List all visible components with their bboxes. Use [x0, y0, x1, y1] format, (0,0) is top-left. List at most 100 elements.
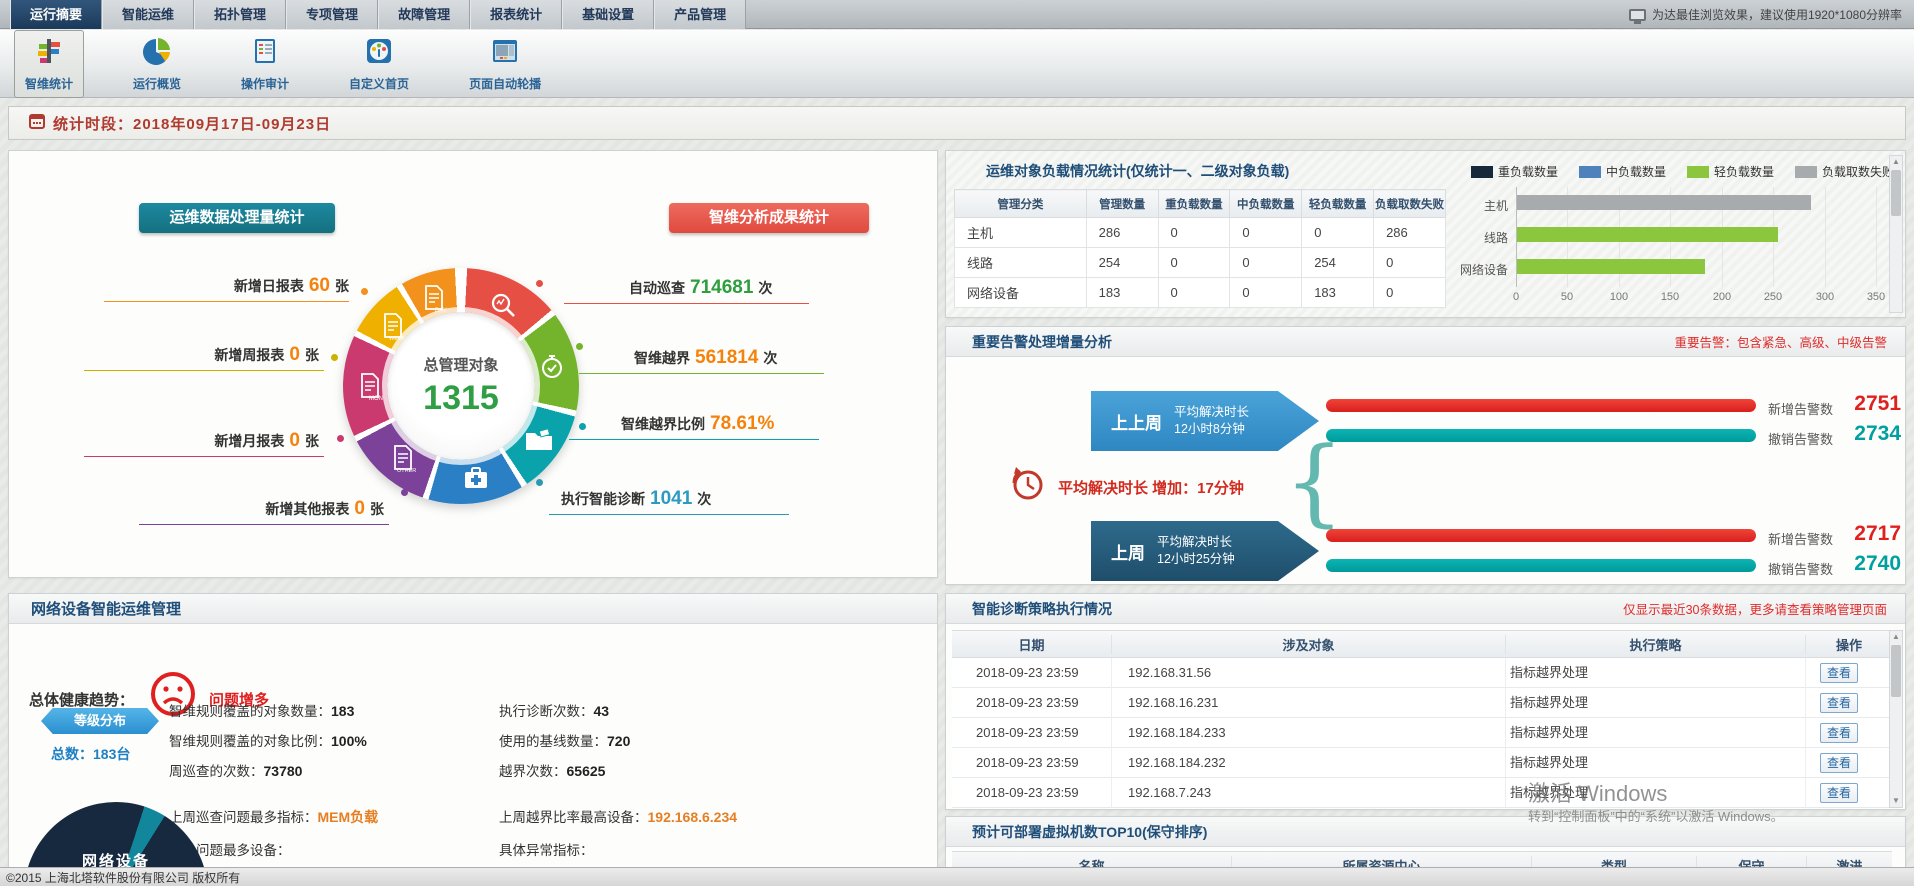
legend-light-load: 轻负载数量	[1687, 163, 1774, 180]
x-tick: 50	[1552, 291, 1582, 303]
chart-bar-host	[1517, 195, 1811, 210]
view-button[interactable]: 查看	[1820, 723, 1858, 743]
panel-scrollbar[interactable]: ▲	[1889, 155, 1903, 313]
x-tick: 350	[1861, 291, 1891, 303]
boundary-ratio-stat: 智维越界比例78.61%	[621, 413, 779, 435]
view-button[interactable]: 查看	[1820, 663, 1858, 683]
scrollbar-thumb[interactable]	[1891, 645, 1901, 697]
connector-dot	[401, 489, 408, 496]
scroll-down-icon[interactable]: ▼	[1890, 795, 1902, 807]
resolve-time-delta: 平均解决时长 增加：17分钟	[1058, 477, 1244, 498]
load-stats-panel: 运维对象负载情况统计(仅统计一、二级对象负载) 管理分类 管理数量 重负载数量 …	[945, 150, 1906, 318]
device-total-text: 总数：183台	[51, 744, 130, 764]
device-ops-panel: 网络设备智能运维管理 总体健康趋势： 问题增多 等级分布 总数：183台 智维规…	[8, 593, 938, 886]
connector-dot	[536, 479, 543, 486]
menu-tab-topology[interactable]: 拓扑管理	[194, 0, 286, 29]
connector-dot	[579, 423, 586, 430]
revoked-alert-value: 2734	[1831, 422, 1901, 446]
overview-panel: 运维数据处理量统计 智维分析成果统计 DAY OTHER MON	[8, 150, 938, 578]
scroll-up-icon[interactable]: ▲	[1890, 631, 1902, 643]
stats-period-text: 统计时段：2018年09月17日-09月23日	[53, 113, 331, 134]
diagnosis-table-header: 日期 涉及对象 执行策略 操作	[952, 630, 1892, 658]
toolbar-button-overview[interactable]: 运行概览	[122, 30, 192, 98]
table-row: 2018-09-23 23:59 192.168.31.56 指标越界处理 查看	[952, 658, 1892, 688]
calendar-icon	[29, 113, 45, 134]
chart-category-line: 线路	[1456, 229, 1508, 246]
menu-tab-settings[interactable]: 基础设置	[562, 0, 654, 29]
stats-period-bar: 统计时段：2018年09月17日-09月23日	[8, 106, 1906, 140]
connector-line	[104, 301, 349, 302]
toolbar-button-label: 自定义首页	[349, 75, 409, 92]
alert-panel-title: 重要告警处理增量分析	[972, 332, 1112, 352]
new-daily-report-stat: 新增日报表60张	[99, 275, 349, 297]
menu-tab-report[interactable]: 报表统计	[470, 0, 562, 29]
new-alert-value: 2717	[1831, 522, 1901, 546]
chart-bar-device	[1517, 259, 1705, 274]
windows-activation-watermark: 激活 Windows	[1528, 776, 1667, 808]
connector-line	[139, 524, 389, 525]
revoked-alert-bar	[1326, 559, 1756, 572]
revoked-alert-label: 撤销告警数	[1768, 429, 1833, 448]
toolbar-button-label: 操作审计	[241, 75, 289, 92]
resolution-note: 为达最佳浏览效果，建议使用1920*1080分辨率	[1629, 0, 1902, 29]
toolbar-button-label: 运行概览	[133, 75, 181, 92]
diagnosis-panel-header: 智能诊断策略执行情况 仅显示最近30条数据，更多请查看策略管理页面	[946, 594, 1905, 624]
copyright-text: ©2015 上海北塔软件股份有限公司 版权所有	[6, 869, 240, 886]
toolbar-button-stats[interactable]: 智维统计	[14, 30, 84, 98]
menu-tab-running-summary[interactable]: 运行摘要	[10, 0, 102, 29]
revoked-alert-value: 2740	[1831, 552, 1901, 576]
alert-panel-note: 重要告警：包含紧急、高级、中级告警	[1674, 332, 1887, 351]
resolve-time-clock-icon	[1006, 463, 1048, 510]
view-button[interactable]: 查看	[1820, 753, 1858, 773]
windows-activation-hint: 转到“控制面板”中的“系统”以激活 Windows。	[1528, 806, 1784, 825]
scroll-up-icon[interactable]: ▲	[1890, 156, 1902, 168]
connector-dot	[576, 343, 583, 350]
new-alert-value: 2751	[1831, 392, 1901, 416]
connector-dot	[361, 288, 368, 295]
new-monthly-report-stat: 新增月报表0张	[79, 430, 319, 452]
legend-swatch	[1471, 166, 1493, 178]
month-report-icon: MON	[357, 372, 387, 402]
connector-line	[564, 303, 809, 304]
auto-patrol-magnifier-icon	[489, 291, 519, 321]
menu-tabs: 运行摘要 智能运维 拓扑管理 专项管理 故障管理 报表统计 基础设置 产品管理	[10, 0, 746, 28]
table-row: 2018-09-23 23:59 192.168.7.243 指标越界处理 查看	[952, 778, 1892, 808]
load-panel-title: 运维对象负载情况统计(仅统计一、二级对象负载)	[986, 161, 1289, 181]
new-weekly-report-stat: 新增周报表0张	[79, 344, 319, 366]
timer-icon	[539, 353, 569, 383]
alert-panel-header: 重要告警处理增量分析 重要告警：包含紧急、高级、中级告警	[946, 327, 1905, 357]
x-tick: 300	[1810, 291, 1840, 303]
pie-chart-icon	[142, 36, 172, 71]
page-carousel-icon	[490, 36, 520, 71]
menu-tab-product[interactable]: 产品管理	[654, 0, 746, 29]
new-other-report-stat: 新增其他报表0张	[134, 498, 384, 520]
menu-tab-special[interactable]: 专项管理	[286, 0, 378, 29]
stat-boundary-count: 越界次数：65625	[499, 760, 605, 780]
first-aid-kit-icon	[462, 465, 492, 495]
new-alert-bar	[1326, 529, 1756, 542]
other-report-icon: OTHER	[390, 444, 420, 474]
table-scrollbar[interactable]: ▲ ▼	[1889, 630, 1903, 808]
toolbar-button-custom-home[interactable]: 自定义首页	[338, 30, 420, 98]
new-alert-label: 新增告警数	[1768, 399, 1833, 418]
toolbar-button-audit[interactable]: 操作审计	[230, 30, 300, 98]
copyright-footer: ©2015 上海北塔软件股份有限公司 版权所有	[0, 867, 1914, 886]
folder-icon	[524, 427, 554, 457]
menu-tab-fault[interactable]: 故障管理	[378, 0, 470, 29]
diagnosis-panel-note: 仅显示最近30条数据，更多请查看策略管理页面	[1623, 599, 1887, 618]
x-tick: 250	[1758, 291, 1788, 303]
view-button[interactable]: 查看	[1820, 693, 1858, 713]
toolbar-button-carousel[interactable]: 页面自动轮播	[458, 30, 552, 98]
scrollbar-thumb[interactable]	[1891, 170, 1901, 216]
stat-top-problem-metric: 上周巡查问题最多指标：MEM负载	[169, 806, 378, 827]
monitor-icon	[1629, 9, 1646, 21]
top-menu-bar: 运行摘要 智能运维 拓扑管理 专项管理 故障管理 报表统计 基础设置 产品管理 …	[0, 0, 1914, 29]
ops-boundary-stat: 智维越界561814次	[634, 347, 777, 369]
menu-tab-intelligent-ops[interactable]: 智能运维	[102, 0, 194, 29]
view-button[interactable]: 查看	[1820, 783, 1858, 803]
table-row: 网络设备183001830	[955, 278, 1446, 308]
brace-glyph: {	[1284, 427, 1344, 537]
auto-patrol-stat: 自动巡查714681次	[629, 277, 772, 299]
connector-line	[579, 373, 824, 374]
table-row: 2018-09-23 23:59 192.168.184.232 指标越界处理 …	[952, 748, 1892, 778]
